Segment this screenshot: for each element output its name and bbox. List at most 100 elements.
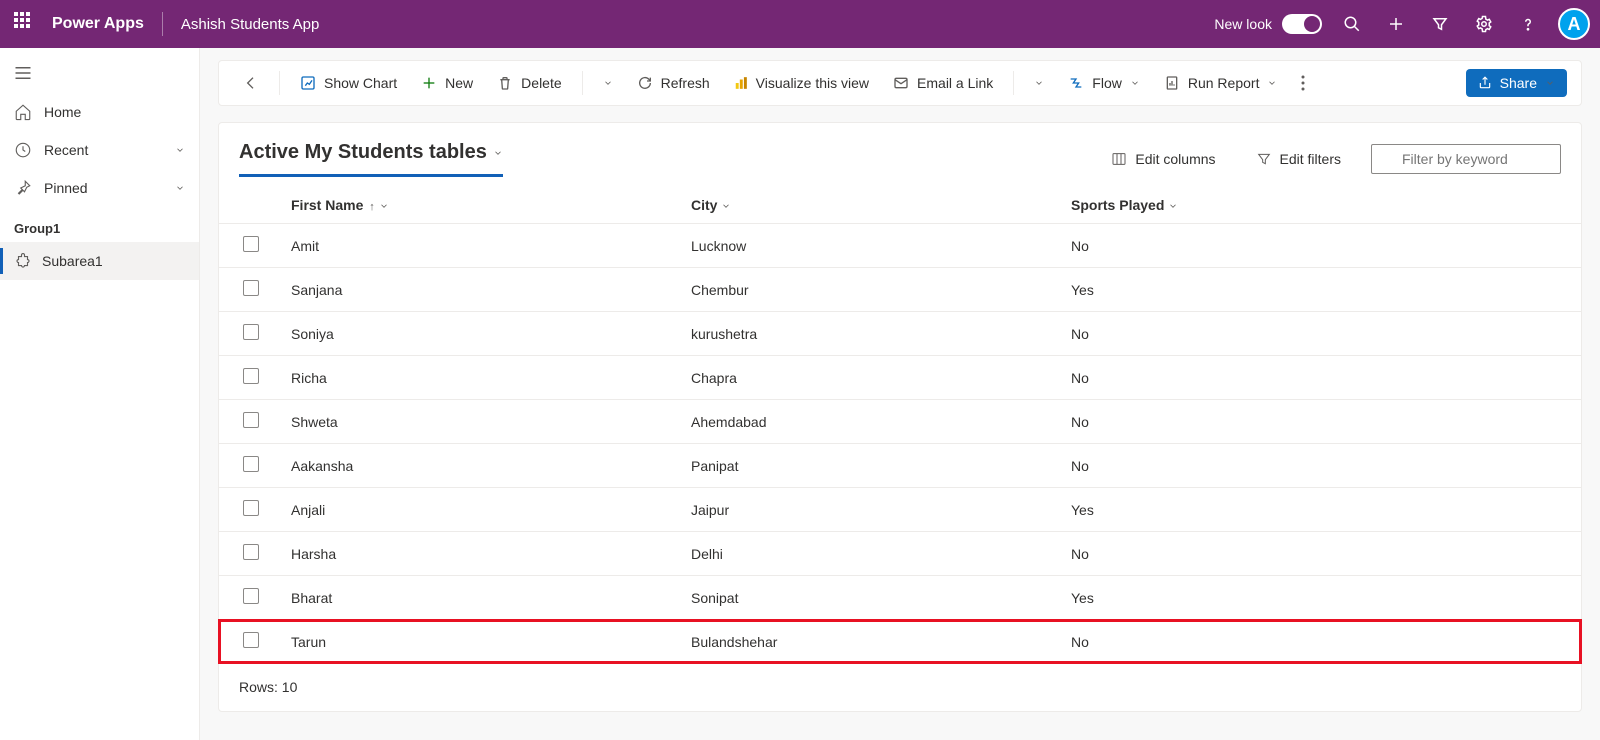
cell-sports: No <box>1059 312 1581 356</box>
cell-first-name: Richa <box>279 356 679 400</box>
cell-sports: Yes <box>1059 268 1581 312</box>
row-checkbox[interactable] <box>243 632 259 648</box>
home-icon <box>14 103 32 121</box>
hamburger-icon[interactable] <box>0 56 199 93</box>
sidebar-item-label: Home <box>44 104 81 120</box>
divider <box>162 12 163 36</box>
chevron-down-icon <box>1034 78 1044 88</box>
toggle-icon[interactable] <box>1282 14 1322 34</box>
column-header-first-name[interactable]: First Name ↑ <box>279 187 679 224</box>
column-header-sports-played[interactable]: Sports Played <box>1059 187 1581 224</box>
cell-city: Chembur <box>679 268 1059 312</box>
table-row[interactable]: AakanshaPanipatNo <box>219 444 1581 488</box>
more-commands-button[interactable] <box>1291 69 1315 97</box>
arrow-left-icon <box>243 75 259 91</box>
row-checkbox[interactable] <box>243 456 259 472</box>
sidebar-item-recent[interactable]: Recent <box>0 131 199 169</box>
email-link-button[interactable]: Email a Link <box>883 69 1003 97</box>
sidebar-item-home[interactable]: Home <box>0 93 199 131</box>
cell-first-name: Aakansha <box>279 444 679 488</box>
app-name: Ashish Students App <box>181 16 319 33</box>
table-row[interactable]: SanjanaChemburYes <box>219 268 1581 312</box>
back-button[interactable] <box>233 69 269 97</box>
new-button[interactable]: New <box>411 69 483 97</box>
table-row[interactable]: BharatSonipatYes <box>219 576 1581 620</box>
new-look-label: New look <box>1214 16 1272 32</box>
data-table: First Name ↑ City Sports Played <box>219 187 1581 663</box>
share-button[interactable]: Share <box>1466 69 1567 97</box>
flow-icon <box>1068 75 1084 91</box>
table-row[interactable]: TarunBulandsheharNo <box>219 620 1581 664</box>
refresh-button[interactable]: Refresh <box>627 69 720 97</box>
cell-city: Delhi <box>679 532 1059 576</box>
clock-icon <box>14 141 32 159</box>
filter-input[interactable] <box>1371 144 1561 174</box>
row-checkbox[interactable] <box>243 368 259 384</box>
cell-sports: No <box>1059 224 1581 268</box>
edit-columns-button[interactable]: Edit columns <box>1101 145 1225 173</box>
table-row[interactable]: AmitLucknowNo <box>219 224 1581 268</box>
sidebar-item-subarea1[interactable]: Subarea1 <box>0 242 199 280</box>
cell-city: Lucknow <box>679 224 1059 268</box>
cell-first-name: Sanjana <box>279 268 679 312</box>
row-checkbox[interactable] <box>243 324 259 340</box>
filter-icon <box>1256 151 1272 167</box>
row-checkbox[interactable] <box>243 412 259 428</box>
app-launcher-icon[interactable] <box>14 12 38 36</box>
cell-first-name: Soniya <box>279 312 679 356</box>
help-icon[interactable] <box>1508 0 1548 48</box>
add-icon[interactable] <box>1376 0 1416 48</box>
cell-first-name: Harsha <box>279 532 679 576</box>
mail-icon <box>893 75 909 91</box>
cell-city: Panipat <box>679 444 1059 488</box>
cell-city: Jaipur <box>679 488 1059 532</box>
cell-first-name: Bharat <box>279 576 679 620</box>
table-row[interactable]: RichaChapraNo <box>219 356 1581 400</box>
email-dropdown[interactable] <box>1024 72 1054 94</box>
row-checkbox[interactable] <box>243 588 259 604</box>
avatar-initial: A <box>1568 14 1581 35</box>
cell-sports: No <box>1059 356 1581 400</box>
cell-city: Ahemdabad <box>679 400 1059 444</box>
sidebar-group-label: Group1 <box>0 207 199 242</box>
command-bar: Show Chart New Delete Refresh Visualize … <box>218 60 1582 106</box>
flow-button[interactable]: Flow <box>1058 69 1150 97</box>
table-row[interactable]: ShwetaAhemdabadNo <box>219 400 1581 444</box>
filter-icon[interactable] <box>1420 0 1460 48</box>
chevron-down-icon <box>1130 78 1140 88</box>
edit-filters-button[interactable]: Edit filters <box>1246 145 1351 173</box>
row-checkbox[interactable] <box>243 280 259 296</box>
row-checkbox[interactable] <box>243 544 259 560</box>
top-bar: Power Apps Ashish Students App New look … <box>0 0 1600 48</box>
cell-sports: Yes <box>1059 488 1581 532</box>
column-header-city[interactable]: City <box>679 187 1059 224</box>
select-all-header[interactable] <box>219 187 279 224</box>
avatar[interactable]: A <box>1558 8 1590 40</box>
sidebar-item-pinned[interactable]: Pinned <box>0 169 199 207</box>
delete-dropdown[interactable] <box>593 72 623 94</box>
table-row[interactable]: HarshaDelhiNo <box>219 532 1581 576</box>
cell-sports: No <box>1059 444 1581 488</box>
cell-sports: No <box>1059 620 1581 664</box>
pin-icon <box>14 179 32 197</box>
sidebar: Home Recent Pinned Group1 Subarea1 <box>0 48 200 740</box>
table-row[interactable]: SoniyakurushetraNo <box>219 312 1581 356</box>
table-row[interactable]: AnjaliJaipurYes <box>219 488 1581 532</box>
view-title[interactable]: Active My Students tables <box>239 141 503 177</box>
delete-button[interactable]: Delete <box>487 69 571 97</box>
chevron-down-icon <box>1545 78 1555 88</box>
more-vertical-icon <box>1301 75 1305 91</box>
new-look-toggle[interactable]: New look <box>1214 14 1322 34</box>
run-report-button[interactable]: Run Report <box>1154 69 1288 97</box>
cell-first-name: Amit <box>279 224 679 268</box>
row-checkbox[interactable] <box>243 500 259 516</box>
search-icon[interactable] <box>1332 0 1372 48</box>
view-header: Active My Students tables Edit columns E… <box>219 123 1581 177</box>
sidebar-item-label: Pinned <box>44 180 88 196</box>
visualize-button[interactable]: Visualize this view <box>724 69 879 97</box>
show-chart-button[interactable]: Show Chart <box>290 69 407 97</box>
gear-icon[interactable] <box>1464 0 1504 48</box>
row-checkbox[interactable] <box>243 236 259 252</box>
sidebar-item-label: Recent <box>44 142 88 158</box>
columns-icon <box>1111 151 1127 167</box>
